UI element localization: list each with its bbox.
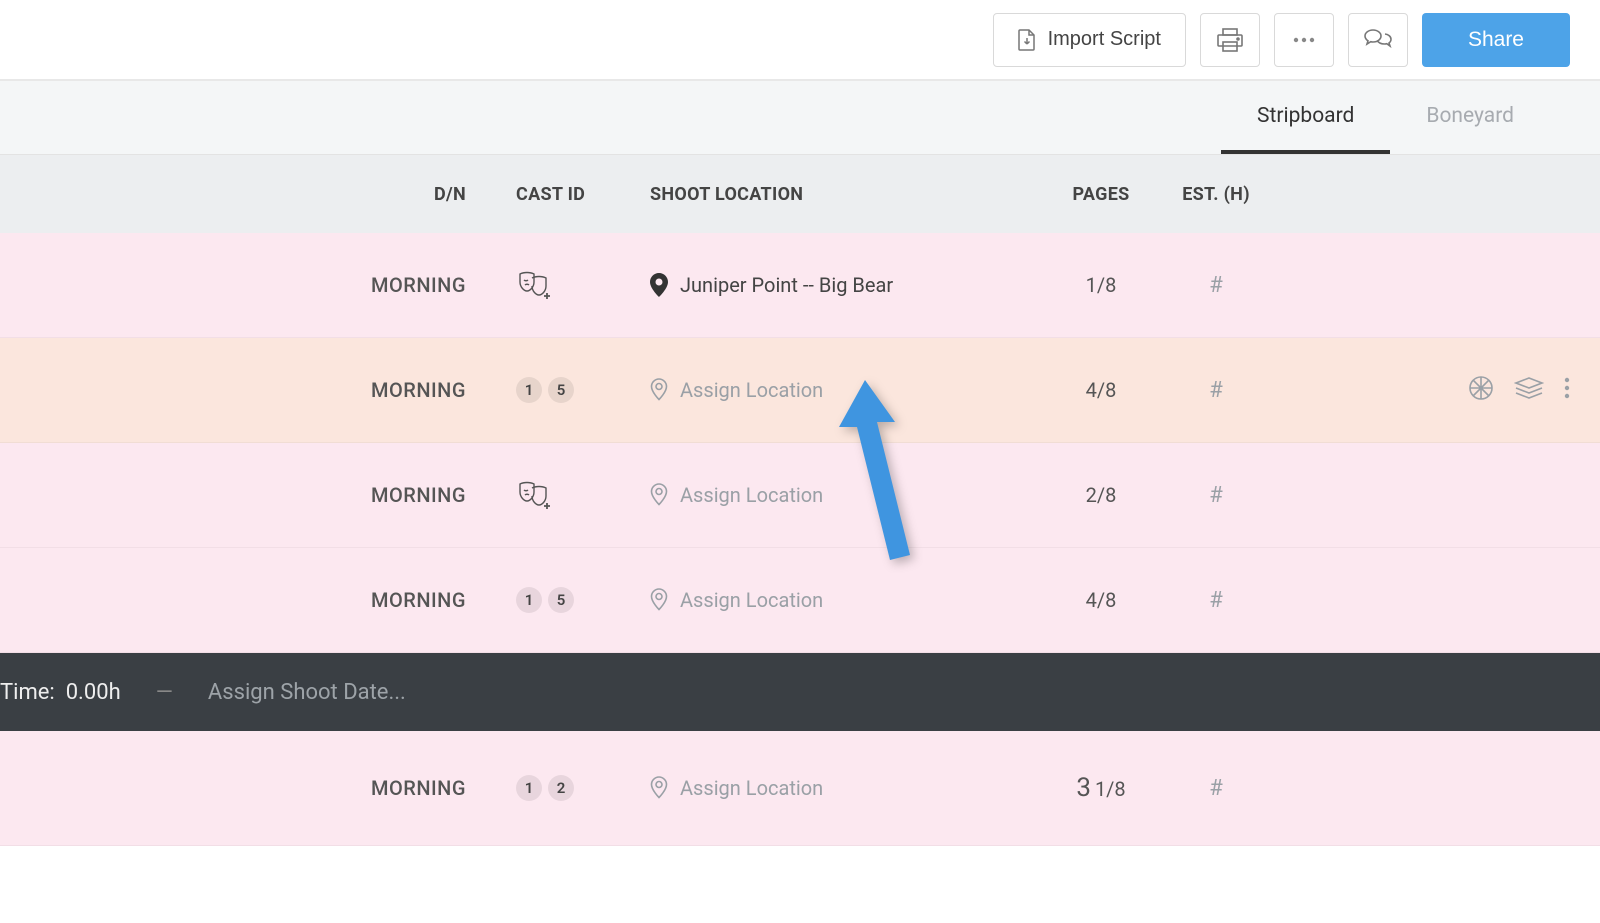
assign-location-button[interactable]: Assign Location <box>650 483 1036 507</box>
col-loc: SHOOT LOCATION <box>636 184 1036 205</box>
column-header-row: D/N CAST ID SHOOT LOCATION PAGES EST. (H… <box>0 155 1600 233</box>
col-dn: D/N <box>0 184 516 205</box>
day-break-bar[interactable]: Time: 0.00h — Assign Shoot Date... <box>0 653 1600 731</box>
strip-row[interactable]: MORNING 1 2 Assign Location 31/8 # <box>0 731 1600 846</box>
dn-value: MORNING <box>0 378 516 402</box>
est-value[interactable]: # <box>1166 588 1266 613</box>
pages-value: 2/8 <box>1036 483 1166 507</box>
pages-value: 1/8 <box>1036 273 1166 297</box>
dn-value: MORNING <box>0 776 516 800</box>
dn-value: MORNING <box>0 588 516 612</box>
masks-add-icon <box>516 270 552 300</box>
top-toolbar: Import Script Share <box>0 0 1600 81</box>
est-value[interactable]: # <box>1166 273 1266 298</box>
location-pin-outline-icon <box>650 378 668 402</box>
ellipsis-icon <box>1293 37 1315 43</box>
location-text: Assign Location <box>680 378 823 402</box>
pages-value: 31/8 <box>1036 773 1166 803</box>
day-time-label: Time: 0.00h <box>0 680 121 705</box>
cast-id-badge[interactable]: 1 <box>516 775 542 801</box>
assign-location-button[interactable]: Assign Location <box>650 588 1036 612</box>
strip-row[interactable]: MORNING Juniper Point -- Big Bear 1/8 # <box>0 233 1600 338</box>
layers-icon[interactable] <box>1514 377 1544 403</box>
col-pages: PAGES <box>1036 184 1166 205</box>
more-options-button[interactable] <box>1274 13 1334 67</box>
location-pin-outline-icon <box>650 776 668 800</box>
est-value[interactable]: # <box>1166 776 1266 801</box>
cast-id-badge[interactable]: 1 <box>516 377 542 403</box>
location-text: Assign Location <box>680 483 823 507</box>
col-est: EST. (H) <box>1166 184 1266 205</box>
printer-icon <box>1217 28 1243 52</box>
strip-row[interactable]: MORNING 1 5 Assign Location 4/8 # <box>0 548 1600 653</box>
import-script-label: Import Script <box>1048 28 1161 51</box>
col-cast: CAST ID <box>516 184 636 205</box>
location-text: Assign Location <box>680 776 823 800</box>
cast-add[interactable] <box>516 270 636 300</box>
file-import-icon <box>1018 29 1036 51</box>
est-value[interactable]: # <box>1166 483 1266 508</box>
location-text: Assign Location <box>680 588 823 612</box>
location-pin-outline-icon <box>650 483 668 507</box>
est-value[interactable]: # <box>1166 378 1266 403</box>
strip-row[interactable]: MORNING Assign Location 2/8 # <box>0 443 1600 548</box>
assign-location-button[interactable]: Assign Location <box>650 776 1036 800</box>
view-tabs: Stripboard Boneyard <box>0 81 1600 155</box>
cast-add[interactable] <box>516 480 636 510</box>
share-label: Share <box>1468 28 1524 52</box>
location-pin-outline-icon <box>650 588 668 612</box>
camera-setup-icon[interactable] <box>1468 375 1494 405</box>
location-text: Juniper Point -- Big Bear <box>680 273 893 297</box>
separator: — <box>156 680 173 705</box>
shoot-location[interactable]: Juniper Point -- Big Bear <box>650 273 1036 297</box>
cast-id-badge[interactable]: 2 <box>548 775 574 801</box>
cast-id-badge[interactable]: 1 <box>516 587 542 613</box>
tab-stripboard[interactable]: Stripboard <box>1221 81 1390 154</box>
masks-add-icon <box>516 480 552 510</box>
strip-row[interactable]: MORNING 1 5 Assign Location 4/8 # <box>0 338 1600 443</box>
dn-value: MORNING <box>0 483 516 507</box>
print-button[interactable] <box>1200 13 1260 67</box>
comments-button[interactable] <box>1348 13 1408 67</box>
dn-value: MORNING <box>0 273 516 297</box>
assign-shoot-date-button[interactable]: Assign Shoot Date... <box>208 680 406 705</box>
tab-boneyard[interactable]: Boneyard <box>1390 81 1550 154</box>
assign-location-button[interactable]: Assign Location <box>650 378 1036 402</box>
import-script-button[interactable]: Import Script <box>993 13 1186 67</box>
chat-bubbles-icon <box>1364 28 1392 52</box>
location-pin-filled-icon <box>650 273 668 297</box>
cast-id-badge[interactable]: 5 <box>548 377 574 403</box>
share-button[interactable]: Share <box>1422 13 1570 67</box>
pages-value: 4/8 <box>1036 588 1166 612</box>
kebab-menu-icon[interactable] <box>1564 377 1570 403</box>
pages-value: 4/8 <box>1036 378 1166 402</box>
cast-id-badge[interactable]: 5 <box>548 587 574 613</box>
